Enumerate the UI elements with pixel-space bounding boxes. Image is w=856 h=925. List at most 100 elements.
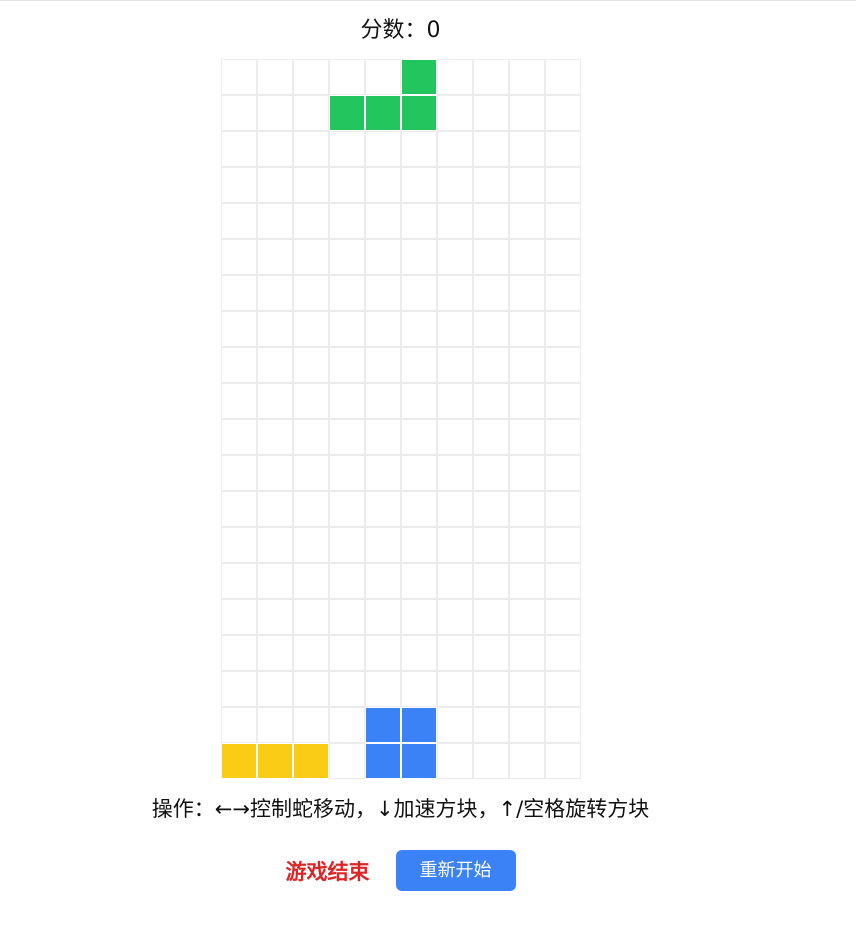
board-cell bbox=[509, 95, 545, 131]
board-cell bbox=[293, 239, 329, 275]
board-cell bbox=[401, 635, 437, 671]
board-cell bbox=[401, 491, 437, 527]
board-cell bbox=[329, 347, 365, 383]
board-cell bbox=[329, 743, 365, 779]
board-cell bbox=[473, 599, 509, 635]
board-cell bbox=[437, 167, 473, 203]
board-cell bbox=[401, 599, 437, 635]
board-cell bbox=[365, 599, 401, 635]
board-cell bbox=[257, 599, 293, 635]
board-cell bbox=[221, 311, 257, 347]
board-cell bbox=[437, 59, 473, 95]
board-cell bbox=[329, 203, 365, 239]
board-cell bbox=[257, 167, 293, 203]
board-cell bbox=[509, 239, 545, 275]
board-cell bbox=[473, 239, 509, 275]
board-cell bbox=[221, 563, 257, 599]
board-cell bbox=[509, 671, 545, 707]
falling-l-piece-block bbox=[401, 95, 437, 131]
board-cell bbox=[473, 131, 509, 167]
board-cell bbox=[257, 671, 293, 707]
board-cell bbox=[545, 59, 581, 95]
board-cell bbox=[473, 635, 509, 671]
board-cell bbox=[293, 455, 329, 491]
board-cell bbox=[545, 203, 581, 239]
board-cell bbox=[437, 275, 473, 311]
board-cell bbox=[437, 311, 473, 347]
board-cell bbox=[257, 635, 293, 671]
board-cell bbox=[365, 203, 401, 239]
top-divider bbox=[0, 0, 856, 1]
board-cell bbox=[329, 455, 365, 491]
board-cell bbox=[509, 491, 545, 527]
board-cell bbox=[437, 347, 473, 383]
board-cell bbox=[365, 527, 401, 563]
board-cell bbox=[545, 419, 581, 455]
board-cell bbox=[293, 491, 329, 527]
board-cell bbox=[545, 527, 581, 563]
board-cell bbox=[257, 707, 293, 743]
board-cell bbox=[437, 239, 473, 275]
locked-i-piece-block bbox=[257, 743, 293, 779]
board-cell bbox=[329, 419, 365, 455]
board-cell bbox=[473, 311, 509, 347]
board-cell bbox=[221, 347, 257, 383]
board-cell bbox=[437, 383, 473, 419]
board-cell bbox=[437, 635, 473, 671]
board-cell bbox=[221, 95, 257, 131]
board-cell bbox=[257, 131, 293, 167]
board-cell bbox=[509, 167, 545, 203]
board-cell bbox=[473, 203, 509, 239]
board-cell bbox=[401, 311, 437, 347]
board-cell bbox=[473, 455, 509, 491]
board-cell bbox=[545, 491, 581, 527]
board-cell bbox=[545, 635, 581, 671]
board-cell bbox=[509, 599, 545, 635]
game-board bbox=[221, 59, 581, 779]
board-cell bbox=[257, 383, 293, 419]
board-cell bbox=[473, 95, 509, 131]
board-cell bbox=[437, 671, 473, 707]
board-cell bbox=[509, 59, 545, 95]
board-cell bbox=[473, 563, 509, 599]
board-cell bbox=[221, 527, 257, 563]
board-cell bbox=[509, 635, 545, 671]
board-cell bbox=[545, 239, 581, 275]
board-cell bbox=[221, 239, 257, 275]
board-cell bbox=[329, 671, 365, 707]
board-cell bbox=[401, 563, 437, 599]
board-cell bbox=[437, 419, 473, 455]
board-cell bbox=[401, 671, 437, 707]
board-cell bbox=[293, 707, 329, 743]
board-cell bbox=[545, 455, 581, 491]
board-cell bbox=[545, 95, 581, 131]
board-cell bbox=[509, 131, 545, 167]
board-cell bbox=[257, 311, 293, 347]
locked-o-piece-block bbox=[365, 743, 401, 779]
board-cell bbox=[257, 527, 293, 563]
board-cell bbox=[221, 491, 257, 527]
board-cell bbox=[293, 563, 329, 599]
board-cell bbox=[545, 131, 581, 167]
board-cell bbox=[293, 311, 329, 347]
board-cell bbox=[509, 743, 545, 779]
board-cell bbox=[221, 131, 257, 167]
board-cell bbox=[509, 527, 545, 563]
board-cell bbox=[365, 563, 401, 599]
board-cell bbox=[365, 635, 401, 671]
locked-o-piece-block bbox=[401, 707, 437, 743]
board-cell bbox=[221, 59, 257, 95]
board-cell bbox=[437, 743, 473, 779]
board-cell bbox=[437, 455, 473, 491]
restart-button[interactable]: 重新开始 bbox=[395, 850, 516, 891]
board-cell bbox=[545, 167, 581, 203]
board-cell bbox=[365, 347, 401, 383]
board-cell bbox=[545, 275, 581, 311]
board-cell bbox=[365, 491, 401, 527]
board-cell bbox=[545, 671, 581, 707]
board-cell bbox=[221, 455, 257, 491]
board-cell bbox=[401, 455, 437, 491]
board-cell bbox=[329, 707, 365, 743]
board-cell bbox=[329, 59, 365, 95]
game-over-label: 游戏结束 bbox=[285, 859, 370, 884]
